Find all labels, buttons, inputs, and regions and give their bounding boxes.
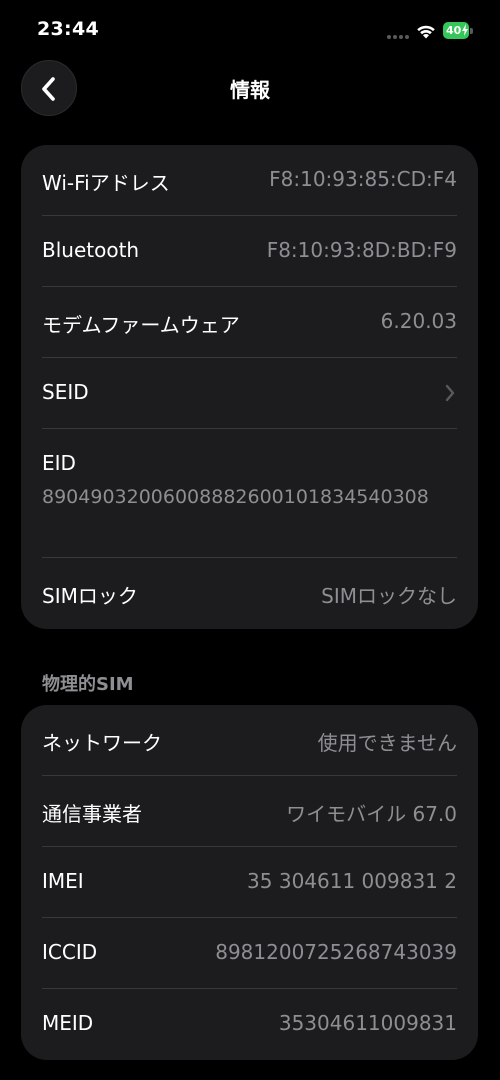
- eid-row: EID 89049032006008882600101834540308: [42, 429, 457, 558]
- meid-row: MEID 35304611009831: [42, 989, 457, 1060]
- row-value: F8:10:93:8D:BD:F9: [266, 238, 457, 262]
- status-time: 23:44: [37, 18, 99, 40]
- imei-row: IMEI 35 304611 009831 2: [42, 847, 457, 918]
- page-title: 情報: [230, 78, 270, 102]
- row-label: SIMロック: [42, 584, 138, 608]
- cellular-dots-icon: [387, 35, 409, 39]
- row-label: EID: [42, 451, 76, 475]
- row-value: 8981200725268743039: [215, 940, 457, 964]
- carrier-row: 通信事業者 ワイモバイル 67.0: [42, 776, 457, 847]
- info-card: Wi-Fiアドレス F8:10:93:85:CD:F4 Bluetooth F8…: [21, 145, 478, 629]
- battery-charging-icon: 40: [443, 22, 473, 39]
- row-value: SIMロックなし: [321, 584, 457, 608]
- wifi-icon: [417, 25, 435, 39]
- eid-value: 89049032006008882600101834540308: [42, 486, 429, 508]
- row-label: 通信事業者: [42, 802, 142, 826]
- chevron-right-icon: [445, 384, 455, 402]
- row-label: ネットワーク: [42, 731, 162, 755]
- row-value: 使用できません: [317, 731, 457, 755]
- physical-sim-card: ネットワーク 使用できません 通信事業者 ワイモバイル 67.0 IMEI 35…: [21, 705, 478, 1060]
- section-header-physical-sim: 物理的SIM: [42, 674, 134, 695]
- row-value: 6.20.03: [380, 309, 457, 333]
- row-label: SEID: [42, 380, 89, 404]
- row-label: Bluetooth: [42, 238, 140, 262]
- row-value: 35 304611 009831 2: [247, 869, 457, 893]
- row-label: IMEI: [42, 869, 84, 893]
- status-bar: 23:44 40: [0, 0, 500, 60]
- seid-row[interactable]: SEID: [42, 358, 457, 429]
- row-value: 35304611009831: [278, 1011, 457, 1035]
- iccid-row: ICCID 8981200725268743039: [42, 918, 457, 989]
- row-label: ICCID: [42, 940, 98, 964]
- bolt-icon: [462, 24, 468, 36]
- row-label: MEID: [42, 1011, 94, 1035]
- sim-lock-row: SIMロック SIMロックなし: [42, 558, 457, 629]
- navigation-bar: 情報: [0, 60, 500, 120]
- row-value: F8:10:93:85:CD:F4: [269, 167, 457, 191]
- row-value: ワイモバイル 67.0: [286, 802, 457, 826]
- battery-cap: [470, 28, 473, 34]
- network-row: ネットワーク 使用できません: [42, 705, 457, 776]
- bluetooth-row: Bluetooth F8:10:93:8D:BD:F9: [42, 216, 457, 287]
- row-label: モデムファームウェア: [42, 313, 240, 337]
- row-label: Wi-Fiアドレス: [42, 171, 170, 195]
- wifi-address-row: Wi-Fiアドレス F8:10:93:85:CD:F4: [42, 145, 457, 216]
- modem-firmware-row: モデムファームウェア 6.20.03: [42, 287, 457, 358]
